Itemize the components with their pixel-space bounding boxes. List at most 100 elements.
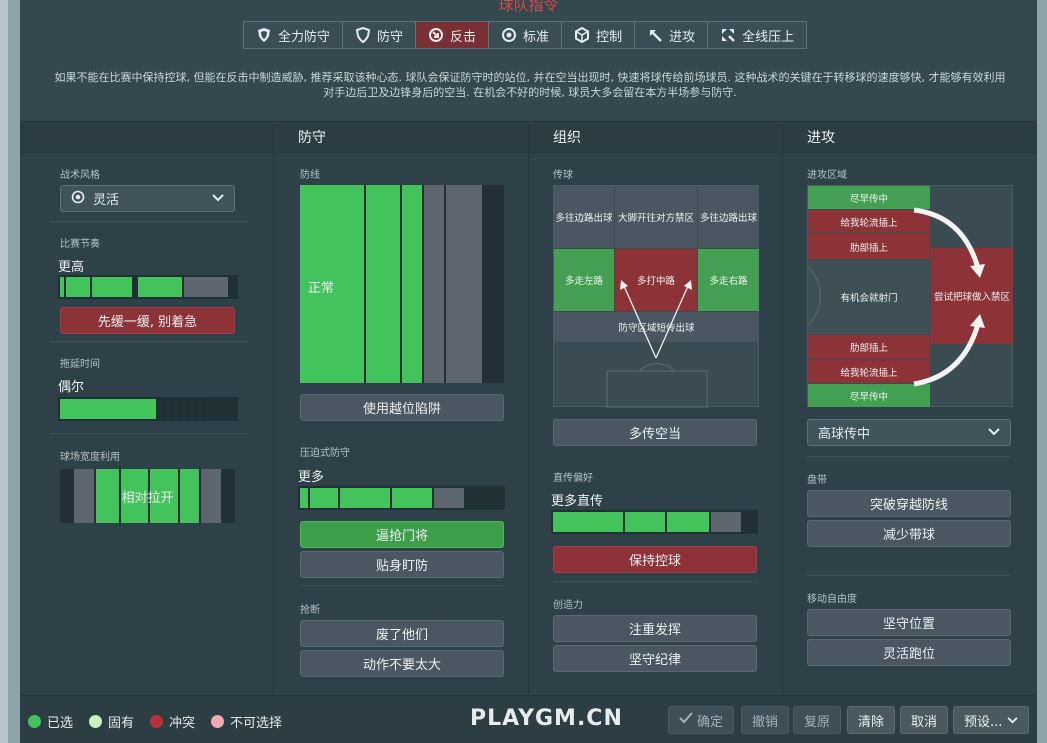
retain-possession-button[interactable]: 保持控球 [553, 546, 757, 573]
defense-column: 防守 防线 正常 使用越位陷阱 压迫式防守 更多 逼抢门将 贴身盯防 抢断 废了… [274, 123, 529, 695]
stay-on-feet-button[interactable]: 动作不要太大 [300, 650, 504, 677]
tab-defense[interactable]: 防守 [343, 22, 417, 48]
defensive-line-value: 正常 [308, 281, 335, 296]
defense-header: 防守 [274, 123, 528, 153]
movement-label: 移动自由度 [807, 594, 857, 605]
confirm-label: 确定 [697, 714, 724, 730]
tab-label: 进攻 [669, 29, 696, 45]
crossing-value: 高球传中 [818, 427, 871, 442]
width-value: 相对拉开 [121, 491, 174, 506]
unavailable-dot [211, 715, 225, 728]
pass-arrows [606, 280, 708, 408]
tab-label: 反击 [450, 29, 477, 45]
press-goalkeeper-button[interactable]: 逼抢门将 [300, 521, 504, 548]
check-icon [679, 712, 693, 728]
be-more-disciplined-button[interactable]: 坚守纪律 [553, 645, 757, 672]
watermark: PLAYGM.CN [470, 706, 623, 731]
target-icon [71, 190, 85, 208]
cancel-button[interactable]: 取消 [900, 706, 949, 734]
directness-slider[interactable] [551, 510, 758, 534]
legend-inherent: 固有 [108, 716, 135, 731]
crossing-select[interactable]: 高球传中 [807, 419, 1011, 446]
style-label: 战术风格 [60, 170, 100, 181]
tackling-label: 抢断 [300, 605, 320, 616]
tab-all-out-attack[interactable]: 全线压上 [708, 22, 806, 48]
right-window-edge [1037, 0, 1047, 743]
tab-full-defense[interactable]: 全力防守 [244, 22, 344, 48]
legend: 已选 固有 冲突 不可选择 [28, 712, 282, 731]
tab-label: 控制 [596, 29, 623, 45]
dribbling-label: 盘带 [807, 475, 827, 486]
clear-button[interactable]: 清除 [847, 706, 896, 734]
tab-label: 标准 [523, 29, 550, 45]
creativity-label: 创造力 [553, 600, 583, 611]
offside-trap-button[interactable]: 使用越位陷阱 [300, 394, 504, 421]
pressing-slider[interactable] [298, 486, 505, 510]
timewasting-slider[interactable] [58, 397, 238, 421]
legend-selected: 已选 [47, 716, 74, 731]
attack-pitch: 尽早传中 给我轮流插上 肋部插上 有机会就射门 尝试把球做入禁区 肋部插上 给我… [807, 185, 1013, 407]
chevron-down-icon [988, 425, 1000, 440]
undo-button[interactable]: 撤销 [741, 706, 790, 734]
preset-label: 预设... [964, 714, 1003, 730]
attack-header: 进攻 [783, 123, 1037, 153]
run-at-defence-less-button[interactable]: 减少带球 [807, 520, 1011, 547]
pass-into-space-button[interactable]: 多传空当 [553, 419, 757, 446]
attack-column: 进攻 进攻区域 尽早传中 给我轮流插上 肋部插上 有机会就射门 尝试把球做入禁区… [783, 123, 1037, 695]
roam-button[interactable]: 灵活跑位 [807, 639, 1011, 666]
arrow-up-left-icon [647, 27, 663, 43]
width-label: 球场宽度利用 [60, 452, 120, 463]
get-stuck-in-button[interactable]: 废了他们 [300, 620, 504, 647]
selected-dot [28, 715, 41, 728]
organize-column: 组织 传球 多往边路出球 大脚开往对方禁区 多往边路出球 多走左路 多打中路 多… [529, 123, 783, 695]
legend-unavailable: 不可选择 [230, 716, 283, 731]
legend-conflict: 冲突 [169, 716, 196, 731]
tab-label: 全线压上 [742, 29, 795, 45]
style-value: 灵活 [93, 193, 120, 208]
style-select[interactable]: 灵活 [60, 185, 235, 212]
mentality-description: 如果不能在比赛中保持控球, 但能在反击中制造威胁, 推荐采取该种心态. 球队会保… [54, 71, 1006, 99]
tab-control[interactable]: 控制 [562, 22, 636, 48]
shield-double-icon [256, 27, 272, 43]
header: 球队指令 全力防守 防守 反击 标准 控制 进攻 全线压上 如果不能在比赛中保持… [20, 0, 1037, 122]
tempo-label: 比赛节奏 [60, 239, 100, 250]
slow-down-button[interactable]: 先缓一缓, 别着急 [60, 307, 235, 334]
inherent-dot [89, 715, 103, 728]
chevron-down-icon [1007, 713, 1018, 728]
timewasting-value: 偶尔 [58, 380, 85, 395]
directness-value: 更多直传 [551, 494, 604, 509]
conflict-dot [150, 715, 164, 728]
tab-attack[interactable]: 进攻 [635, 22, 709, 48]
tab-label: 防守 [377, 29, 404, 45]
counter-icon [428, 27, 444, 43]
target-icon [501, 27, 517, 43]
chevron-down-icon [212, 191, 224, 206]
be-more-expressive-button[interactable]: 注重发挥 [553, 615, 757, 642]
tempo-slider[interactable] [58, 275, 238, 299]
directness-label: 直传偏好 [553, 473, 593, 484]
preset-button[interactable]: 预设... [953, 706, 1029, 734]
organize-header: 组织 [529, 123, 782, 153]
left-window-edge [0, 0, 20, 743]
tight-marking-button[interactable]: 贴身盯防 [300, 551, 504, 578]
page-title: 球队指令 [498, 0, 559, 14]
tab-standard[interactable]: 标准 [489, 22, 563, 48]
defensive-line-label: 防线 [300, 170, 320, 181]
tab-counter[interactable]: 反击 [416, 22, 490, 48]
tempo-value: 更高 [58, 260, 85, 275]
shield-icon [355, 27, 371, 43]
general-column: 战术风格 灵活 比赛节奏 更高 先缓一缓, 别着急 拖延时间 偶尔 球场宽度利用… [20, 123, 274, 695]
attack-arrows [808, 207, 985, 387]
passing-label: 传球 [553, 170, 573, 181]
confirm-button[interactable]: 确定 [668, 706, 735, 734]
redo-button[interactable]: 复原 [793, 706, 842, 734]
attack-zone-label: 进攻区域 [807, 170, 847, 181]
tab-label: 全力防守 [278, 29, 331, 45]
passing-pitch: 多往边路出球 大脚开往对方禁区 多往边路出球 多走左路 多打中路 多走右路 防守… [553, 185, 759, 408]
timewasting-label: 拖延时间 [60, 359, 100, 370]
hold-position-button[interactable]: 坚守位置 [807, 609, 1011, 636]
pressing-label: 压迫式防守 [300, 448, 350, 459]
pressing-value: 更多 [298, 470, 325, 485]
dribble-more-button[interactable]: 突破穿越防线 [807, 490, 1011, 517]
cube-icon [574, 27, 590, 43]
